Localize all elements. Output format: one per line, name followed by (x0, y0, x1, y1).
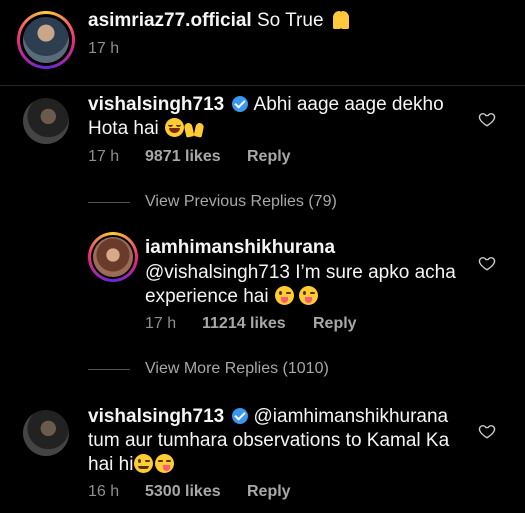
comment1-text-line1: Abhi aage aage dekho (253, 94, 444, 115)
section-divider (0, 85, 525, 86)
view-more-replies[interactable]: View More Replies (1010) (145, 360, 329, 378)
heart-outline-icon[interactable] (478, 422, 496, 440)
comment1-reply-button[interactable]: Reply (247, 148, 291, 166)
wink-emoji (134, 454, 154, 473)
reply2-time: 16 h (88, 483, 120, 500)
reply1-reply-button[interactable]: Reply (313, 315, 357, 333)
top-comment-text: asimriaz77.official So True (88, 9, 351, 33)
reply1-text-line2: experience hai (145, 286, 274, 307)
raised-hands-emoji (183, 118, 205, 138)
avatar-vishalsingh[interactable] (23, 98, 69, 144)
laughing-emoji (165, 118, 185, 137)
reply1-username-line: iamhimanshikhurana (145, 236, 335, 260)
avatar-iamhimanshikhurana[interactable] (93, 237, 133, 277)
view-previous-replies[interactable]: View Previous Replies (79) (145, 193, 337, 211)
comment1-line2: Hota hai (88, 117, 205, 141)
reply2-likes[interactable]: 5300 likes (145, 483, 221, 501)
tongue-emoji (298, 286, 318, 305)
reply1-likes[interactable]: 11214 likes (202, 315, 286, 333)
reply2-reply-button[interactable]: Reply (247, 483, 291, 501)
comment1-line1: vishalsingh713 Abhi aage aage dekho (88, 93, 444, 117)
comment1-meta: 17 h (88, 148, 119, 166)
avatar-asimriaz[interactable] (23, 17, 69, 63)
reply1-line1: @vishalsingh713 I’m sure apko acha (145, 262, 456, 283)
comment1-time: 17 h (88, 148, 120, 165)
verified-badge-icon (231, 96, 248, 112)
reply1-username[interactable]: iamhimanshikhurana (145, 237, 335, 258)
comment1-text-line2: Hota hai (88, 118, 165, 139)
top-comment-body: So True (251, 10, 324, 31)
comment1-likes[interactable]: 9871 likes (145, 148, 221, 166)
thread-line (88, 369, 130, 370)
pray-emoji (331, 9, 351, 29)
avatar-vishalsingh[interactable] (23, 410, 69, 456)
verified-badge-icon (231, 408, 248, 424)
reply2-line3: hai hi (88, 453, 175, 477)
tongue-emoji (274, 286, 294, 305)
comment1-username[interactable]: vishalsingh713 (88, 94, 224, 115)
yum-emoji (155, 454, 175, 473)
reply2-mention[interactable]: @iamhimanshikhurana (254, 406, 449, 427)
top-comment-time: 17 h (88, 40, 120, 57)
top-comment-username[interactable]: asimriaz77.official (88, 10, 252, 31)
reply1-line2: experience hai (145, 285, 318, 309)
reply2-line1: vishalsingh713 @iamhimanshikhurana (88, 405, 448, 429)
reply2-text-line3: hai hi (88, 454, 134, 475)
heart-outline-icon[interactable] (478, 110, 496, 128)
thread-line (88, 202, 130, 203)
reply1-time: 17 h (145, 315, 177, 332)
heart-outline-icon[interactable] (478, 254, 496, 272)
reply2-username[interactable]: vishalsingh713 (88, 406, 224, 427)
reply2-line2: tum aur tumhara observations to Kamal Ka (88, 430, 450, 451)
